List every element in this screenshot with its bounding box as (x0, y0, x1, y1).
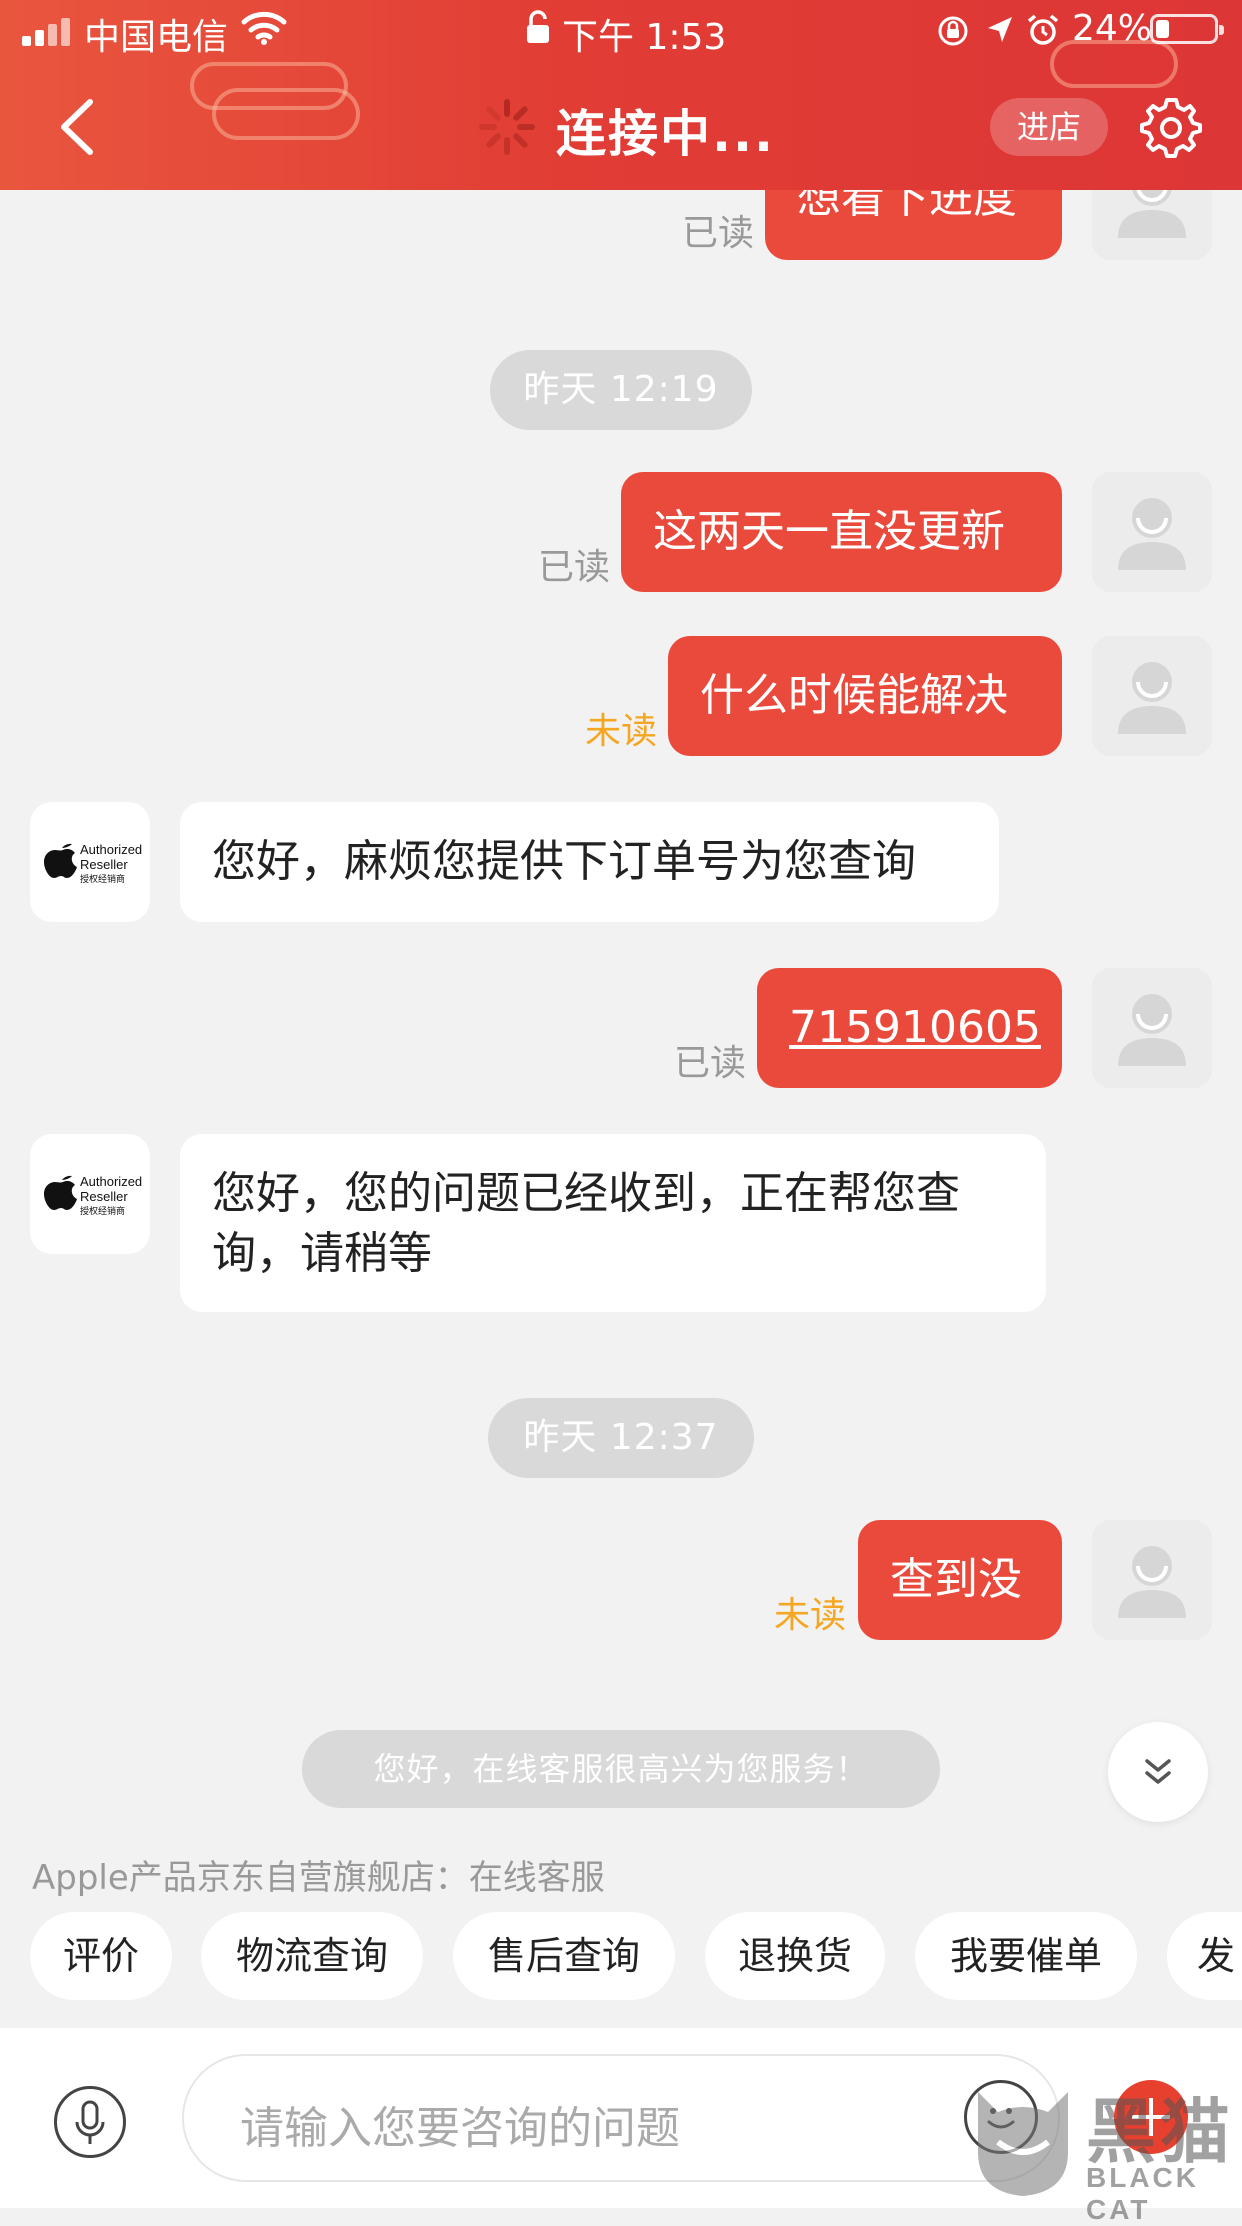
orientation-lock-icon (938, 16, 968, 46)
shop-avatar[interactable]: Authorized Reseller 授权经销商 (30, 1134, 150, 1254)
blackcat-watermark: 黑猫 BLACK CAT (968, 2082, 1242, 2225)
read-receipt: 已读 (674, 1043, 747, 1084)
battery-icon (1150, 14, 1224, 44)
outgoing-message[interactable]: 这两天一直没更新 (621, 472, 1062, 592)
scroll-to-bottom-button[interactable] (1108, 1722, 1208, 1822)
alarm-icon (1027, 14, 1059, 45)
back-arrow-icon[interactable] (50, 92, 110, 162)
shop-avatar[interactable]: Authorized Reseller 授权经销商 (30, 802, 150, 922)
message-input[interactable]: 请输入您要咨询的问题 (182, 2054, 1060, 2182)
outgoing-message[interactable]: 什么时候能解决 (668, 636, 1062, 756)
user-avatar[interactable] (1092, 472, 1212, 592)
microphone-icon (75, 2100, 105, 2144)
outgoing-message[interactable]: 715910605 (757, 968, 1062, 1088)
outgoing-message[interactable]: 查到没 (858, 1520, 1062, 1640)
unread-receipt: 未读 (585, 711, 658, 752)
authorized-reseller-label: Authorized Reseller 授权经销商 (80, 842, 143, 884)
quick-action-bar[interactable]: 评价 物流查询 售后查询 退换货 我要催单 发 (0, 1912, 1242, 2000)
user-avatar-icon (1118, 662, 1186, 734)
timestamp: 昨天 12:19 (490, 350, 752, 430)
wifi-icon (241, 11, 287, 45)
quick-action-logistics[interactable]: 物流查询 (201, 1912, 423, 2000)
apple-logo-icon (44, 1175, 77, 1210)
incoming-message[interactable]: 您好，您的问题已经收到，正在帮您查询，请稍等 (180, 1134, 1046, 1312)
enter-store-button[interactable]: 进店 (990, 98, 1108, 156)
quick-action-review[interactable]: 评价 (30, 1912, 172, 2000)
user-avatar-icon (1118, 994, 1186, 1066)
authorized-reseller-label: Authorized Reseller 授权经销商 (80, 1174, 143, 1216)
status-bar: 中国电信 下午 1:53 24% (0, 0, 1242, 62)
timestamp: 昨天 12:37 (488, 1398, 754, 1478)
watermark-text-en: BLACK CAT (1086, 2162, 1199, 2225)
chat-message-list[interactable]: 已读 想看下进度 昨天 12:19 已读 这两天一直没更新 未读 什么时候能解决… (0, 190, 1242, 1730)
location-icon (988, 17, 1012, 42)
gear-icon[interactable] (1138, 94, 1204, 160)
lock-icon (527, 10, 549, 43)
user-avatar[interactable] (1092, 968, 1212, 1088)
clock: 下午 1:53 (562, 17, 727, 58)
chat-header: 中国电信 下午 1:53 24% 连接中... 进店 (0, 0, 1242, 190)
order-number-link[interactable]: 715910605 (789, 1002, 1041, 1053)
store-service-label: Apple产品京东自营旗舰店：在线客服 (32, 1858, 605, 1898)
user-avatar-icon (1118, 498, 1186, 570)
quick-action-invoice[interactable]: 发 (1167, 1912, 1242, 2000)
signal-icon (22, 16, 74, 46)
outgoing-message[interactable]: 想看下进度 (765, 190, 1062, 260)
user-avatar-icon (1118, 190, 1186, 238)
user-avatar-icon (1118, 1546, 1186, 1618)
message-input-placeholder: 请输入您要咨询的问题 (240, 2103, 680, 2154)
user-avatar[interactable] (1092, 636, 1212, 756)
black-cat-logo-icon (978, 2092, 1068, 2196)
read-receipt: 已读 (538, 547, 611, 588)
user-avatar[interactable] (1092, 190, 1212, 260)
user-avatar[interactable] (1092, 1520, 1212, 1640)
apple-logo-icon (44, 843, 77, 878)
quick-action-aftersales[interactable]: 售后查询 (453, 1912, 675, 2000)
incoming-message[interactable]: 您好，麻烦您提供下订单号为您查询 (180, 802, 999, 922)
unread-receipt: 未读 (774, 1595, 847, 1636)
voice-input-button[interactable] (54, 2086, 126, 2158)
header-title: 连接中... (556, 105, 775, 163)
welcome-banner: 您好，在线客服很高兴为您服务！ (302, 1730, 940, 1808)
quick-action-urge[interactable]: 我要催单 (915, 1912, 1137, 2000)
quick-action-return[interactable]: 退换货 (705, 1912, 885, 2000)
double-chevron-down-icon (1145, 1759, 1171, 1784)
battery-percent: 24% (1072, 8, 1153, 49)
loading-spinner-icon (479, 99, 535, 155)
carrier-name: 中国电信 (84, 17, 229, 58)
header-decoration (212, 88, 360, 140)
read-receipt: 已读 (682, 213, 755, 254)
